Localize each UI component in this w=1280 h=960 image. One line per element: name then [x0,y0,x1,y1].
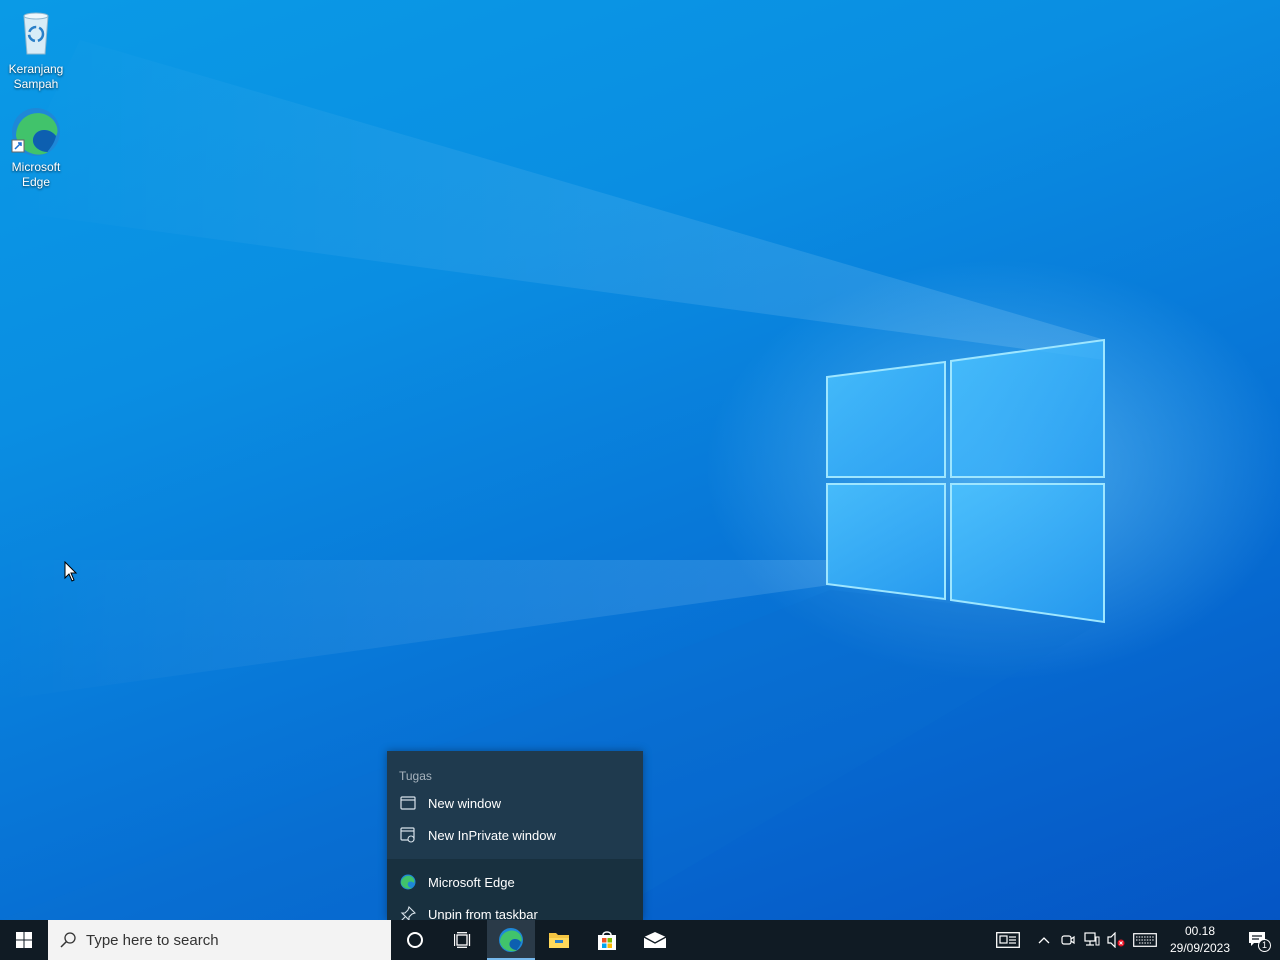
windows-logo-wallpaper [826,338,1105,624]
desktop-icon-label: Microsoft Edge [11,160,61,189]
desktop-icon-label: Keranjang Sampah [8,62,64,91]
jumplist-unpin-from-taskbar[interactable]: Unpin from taskbar [387,898,643,920]
edge-icon [399,873,417,891]
taskbar-file-explorer-button[interactable] [535,920,583,960]
cortana-icon [407,932,423,948]
jumplist-section-title: Tugas [399,769,432,783]
network-button[interactable] [1080,920,1104,960]
jumplist-app-section: Microsoft Edge Unpin from taskbar [387,859,643,920]
task-view-icon [454,932,471,948]
edge-icon [499,928,523,952]
file-explorer-icon [549,933,569,948]
cortana-button[interactable] [391,920,439,960]
clock-date: 29/09/2023 [1169,941,1231,955]
store-icon [598,931,616,950]
taskbar: Type here to search 00.18 29/09/2023 1 [0,920,1280,960]
taskbar-mail-button[interactable] [631,920,679,960]
recycle-bin-icon [10,8,62,60]
notification-icon: 1 [1248,930,1271,952]
desktop-icon-edge[interactable]: Microsoft Edge [0,106,72,190]
mouse-cursor-icon [64,561,78,582]
system-tray: 00.18 29/09/2023 1 [984,920,1280,960]
jumplist-item-label: New InPrivate window [428,827,556,843]
jumplist-new-window[interactable]: New window [387,787,643,819]
notification-count-badge: 1 [1258,939,1271,952]
taskbar-edge-button[interactable] [487,920,535,960]
network-icon [1084,932,1100,946]
edge-icon [10,106,62,158]
jumplist-item-label: New window [428,795,501,811]
taskbar-clock[interactable]: 00.18 29/09/2023 [1162,923,1238,957]
desktop-icon-recycle-bin[interactable]: Keranjang Sampah [0,8,72,92]
show-hidden-icons-button[interactable] [1032,920,1056,960]
start-button[interactable] [0,920,48,960]
taskbar-search-box[interactable]: Type here to search [48,920,391,960]
jumplist-new-inprivate-window[interactable]: New InPrivate window [387,819,643,851]
task-view-button[interactable] [439,920,487,960]
volume-button[interactable] [1104,920,1128,960]
clock-time: 00.18 [1184,924,1216,938]
edge-jump-list: Tugas New window New InPrivate window Mi… [387,751,643,920]
meet-now-button[interactable] [1056,920,1080,960]
search-icon [60,932,76,948]
news-interests-button[interactable] [984,920,1032,960]
chevron-up-icon [1038,937,1050,944]
inprivate-icon [399,826,417,844]
news-icon [996,932,1020,948]
volume-muted-icon [1107,932,1125,948]
keyboard-icon [1133,933,1157,947]
meet-now-icon [1061,935,1075,945]
search-placeholder: Type here to search [86,931,219,949]
action-center-button[interactable]: 1 [1238,920,1280,960]
taskbar-store-button[interactable] [583,920,631,960]
jumplist-item-label: Unpin from taskbar [428,906,538,921]
mail-icon [643,932,667,948]
jumplist-item-label: Microsoft Edge [428,874,515,890]
unpin-icon [399,905,417,920]
jumplist-open-edge[interactable]: Microsoft Edge [387,866,643,898]
touch-keyboard-button[interactable] [1128,920,1162,960]
windows-start-icon [16,932,32,948]
window-icon [399,794,417,812]
